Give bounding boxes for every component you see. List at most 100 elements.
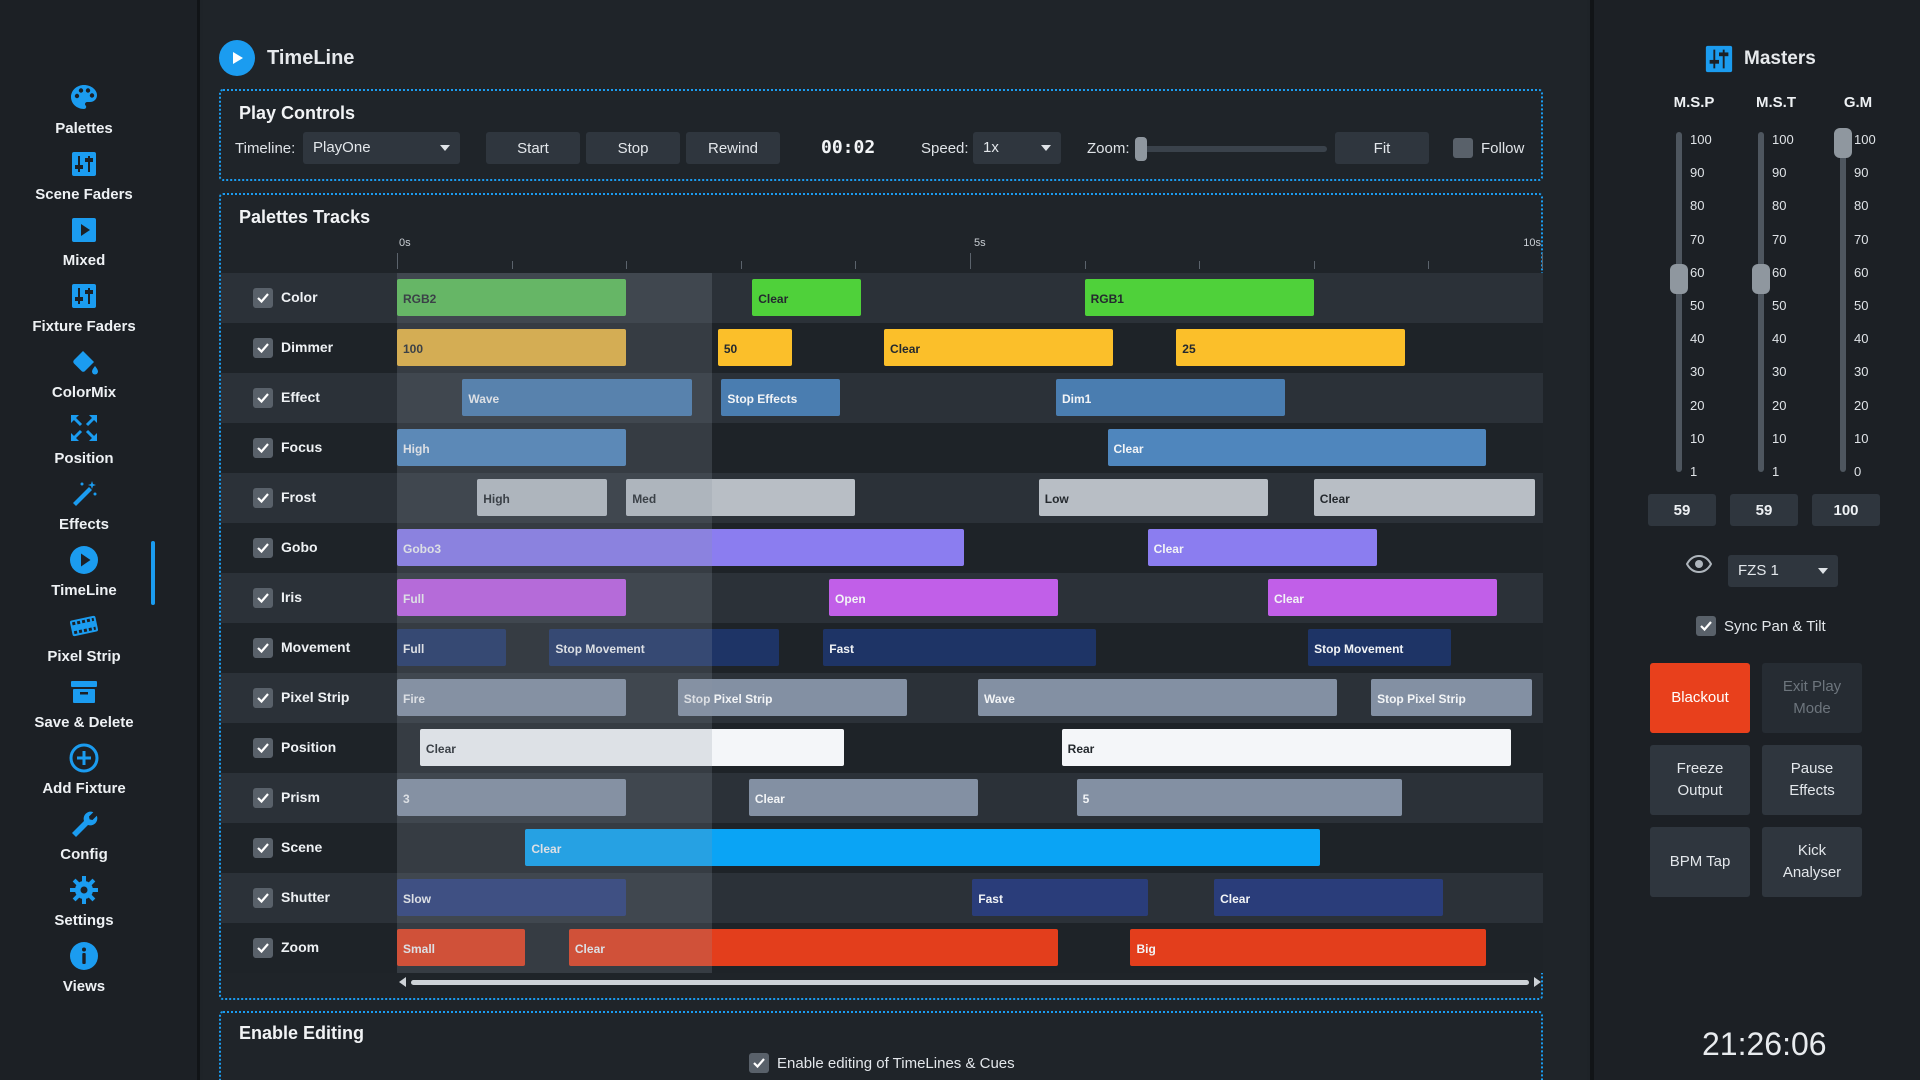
timeline-clip[interactable]: High xyxy=(397,429,627,466)
timeline-clip[interactable]: 5 xyxy=(1076,779,1403,816)
timeline-clip[interactable]: Clear xyxy=(419,729,844,766)
track-row[interactable]: Position Clear Rear xyxy=(221,723,1543,773)
timeline-clip[interactable]: RGB1 xyxy=(1084,279,1314,316)
track-checkbox[interactable] xyxy=(253,938,273,958)
track-checkbox[interactable] xyxy=(253,538,273,558)
track-row[interactable]: Iris Full Open Clear xyxy=(221,573,1543,623)
sidebar-item-colormix[interactable]: ColorMix xyxy=(0,346,168,412)
timeline-clip[interactable]: Clear xyxy=(568,929,1059,966)
track-row[interactable]: Scene Clear xyxy=(221,823,1543,873)
speed-select[interactable]: 1x xyxy=(973,132,1061,164)
track-row[interactable]: Frost High Med Low Clear xyxy=(221,473,1543,523)
track-checkbox[interactable] xyxy=(253,788,273,808)
timeline-clip[interactable]: Clear xyxy=(1214,879,1444,916)
track-row[interactable]: Shutter Slow Fast Clear xyxy=(221,873,1543,923)
fader-value[interactable]: 59 xyxy=(1730,494,1798,526)
timeline-clip[interactable]: 3 xyxy=(397,779,627,816)
timeline-clip[interactable]: Wave xyxy=(978,679,1337,716)
kick-analyser-button[interactable]: Kick Analyser xyxy=(1762,827,1862,897)
timeline-clip[interactable]: Clear xyxy=(752,279,862,316)
timeline-clip[interactable]: Small xyxy=(397,929,526,966)
timeline-clip[interactable]: Low xyxy=(1038,479,1268,516)
fit-button[interactable]: Fit xyxy=(1335,132,1429,164)
zoom-slider-track[interactable] xyxy=(1137,146,1327,152)
exit-play-mode-button[interactable]: Exit Play Mode xyxy=(1762,663,1862,733)
sidebar-item-pixel-strip[interactable]: Pixel Strip xyxy=(0,610,168,676)
timeline-clip[interactable]: Big xyxy=(1130,929,1486,966)
track-checkbox[interactable] xyxy=(253,338,273,358)
track-row[interactable]: Gobo Gobo3 Clear xyxy=(221,523,1543,573)
timeline-clip[interactable]: Stop Movement xyxy=(549,629,779,666)
sidebar-item-config[interactable]: Config xyxy=(0,808,168,874)
enable-editing-row[interactable]: Enable editing of TimeLines & Cues xyxy=(749,1053,1015,1073)
timeline-clip[interactable]: Rear xyxy=(1061,729,1511,766)
timeline-clip[interactable]: Fast xyxy=(823,629,1097,666)
track-checkbox[interactable] xyxy=(253,888,273,908)
track-checkbox[interactable] xyxy=(253,688,273,708)
track-checkbox[interactable] xyxy=(253,588,273,608)
timeline-clip[interactable]: RGB2 xyxy=(397,279,627,316)
timeline-clip[interactable]: Clear xyxy=(1267,579,1498,616)
sidebar-item-views[interactable]: Views xyxy=(0,940,168,1006)
track-row[interactable]: Prism 3 Clear 5 xyxy=(221,773,1543,823)
fader-thumb[interactable] xyxy=(1670,264,1688,295)
sidebar-item-position[interactable]: Position xyxy=(0,412,168,478)
fader-track[interactable] xyxy=(1840,132,1846,472)
timeline-clip[interactable]: Clear xyxy=(525,829,1320,866)
sidebar-item-timeline[interactable]: TimeLine xyxy=(0,544,168,610)
enable-editing-checkbox[interactable] xyxy=(749,1053,769,1073)
fader-thumb[interactable] xyxy=(1752,264,1770,295)
sidebar-item-save-delete[interactable]: Save & Delete xyxy=(0,676,168,742)
track-checkbox[interactable] xyxy=(253,388,273,408)
sidebar-item-settings[interactable]: Settings xyxy=(0,874,168,940)
timeline-clip[interactable]: Gobo3 xyxy=(397,529,965,566)
timeline-select[interactable]: PlayOne xyxy=(303,132,460,164)
fader-value[interactable]: 100 xyxy=(1812,494,1880,526)
sidebar-item-add-fixture[interactable]: Add Fixture xyxy=(0,742,168,808)
timeline-clip[interactable]: 25 xyxy=(1176,329,1406,366)
timeline-clip[interactable]: Stop Pixel Strip xyxy=(677,679,907,716)
fader-track[interactable] xyxy=(1758,132,1764,472)
timeline-clip[interactable]: Med xyxy=(626,479,856,516)
scrollbar-thumb[interactable] xyxy=(411,980,1529,985)
scroll-left-icon[interactable] xyxy=(399,977,406,987)
sidebar-item-effects[interactable]: Effects xyxy=(0,478,168,544)
track-row[interactable]: Pixel Strip Fire Stop Pixel Strip Wave Stop … xyxy=(221,673,1543,723)
timeline-clip[interactable]: 50 xyxy=(717,329,793,366)
track-row[interactable]: Movement Full Stop Movement Fast Stop Moveme… xyxy=(221,623,1543,673)
timeline-clip[interactable]: Dim1 xyxy=(1055,379,1286,416)
sidebar-item-scene-faders[interactable]: Scene Faders xyxy=(0,148,168,214)
timeline-clip[interactable]: Slow xyxy=(397,879,627,916)
sync-pan-tilt-checkbox[interactable] xyxy=(1696,616,1716,636)
track-checkbox[interactable] xyxy=(253,838,273,858)
timeline-clip[interactable]: Clear xyxy=(1313,479,1535,516)
follow-checkbox[interactable] xyxy=(1453,138,1473,158)
track-checkbox[interactable] xyxy=(253,738,273,758)
track-row[interactable]: Zoom Small Clear Big xyxy=(221,923,1543,973)
eye-icon[interactable] xyxy=(1686,555,1712,573)
timeline-clip[interactable]: Clear xyxy=(1147,529,1377,566)
timeline-clip[interactable]: Stop Effects xyxy=(721,379,841,416)
track-row[interactable]: Color RGB2 Clear RGB1 xyxy=(221,273,1543,323)
sync-pan-tilt-row[interactable]: Sync Pan & Tilt xyxy=(1696,616,1826,636)
fader-track[interactable] xyxy=(1676,132,1682,472)
fixture-select[interactable]: FZS 1 xyxy=(1728,555,1838,587)
track-checkbox[interactable] xyxy=(253,288,273,308)
stop-button[interactable]: Stop xyxy=(586,132,680,164)
time-ruler[interactable]: 0s 5s 10s xyxy=(397,237,1543,269)
timeline-clip[interactable]: Full xyxy=(397,629,506,666)
timeline-clip[interactable]: Clear xyxy=(1107,429,1486,466)
timeline-clip[interactable]: Full xyxy=(397,579,627,616)
timeline-clip[interactable]: Open xyxy=(829,579,1059,616)
freeze-output-button[interactable]: Freeze Output xyxy=(1650,745,1750,815)
timeline-clip[interactable]: Stop Movement xyxy=(1308,629,1452,666)
track-checkbox[interactable] xyxy=(253,438,273,458)
sidebar-item-mixed[interactable]: Mixed xyxy=(0,214,168,280)
timeline-clip[interactable]: Stop Pixel Strip xyxy=(1371,679,1532,716)
track-row[interactable]: Focus High Clear xyxy=(221,423,1543,473)
scroll-right-icon[interactable] xyxy=(1534,977,1541,987)
fader-thumb[interactable] xyxy=(1834,128,1852,158)
sidebar-item-palettes[interactable]: Palettes xyxy=(0,82,168,148)
track-checkbox[interactable] xyxy=(253,638,273,658)
track-row[interactable]: Effect Wave Stop Effects Dim1 xyxy=(221,373,1543,423)
